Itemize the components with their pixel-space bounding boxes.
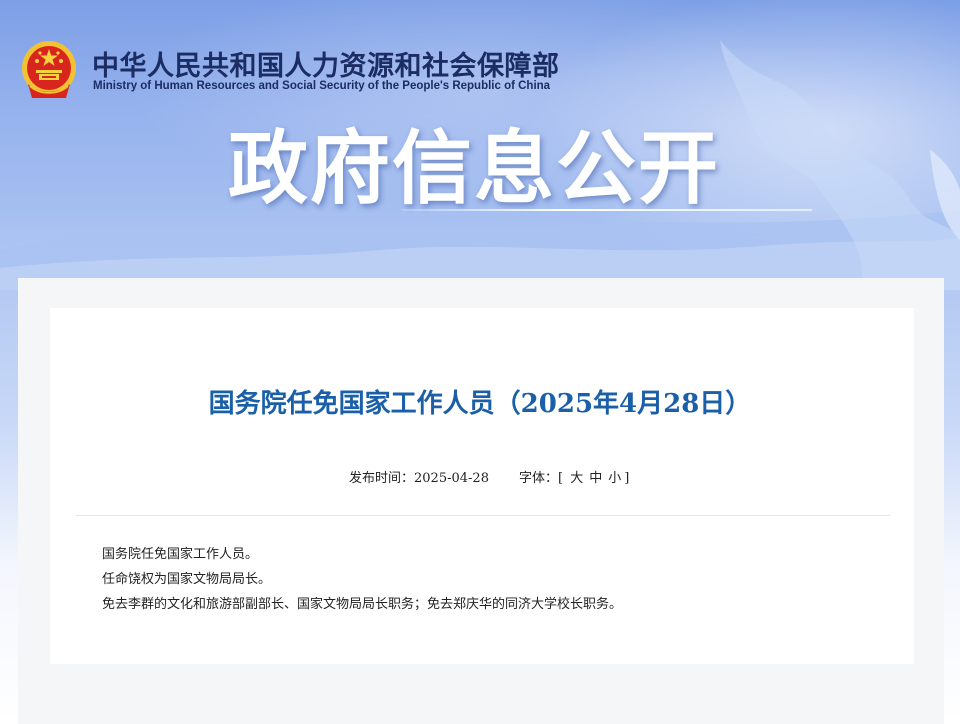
font-size-large-button[interactable]: 大 [570,467,583,486]
ministry-name-cn: 中华人民共和国人力资源和社会保障部 [92,51,560,82]
font-size-small-button[interactable]: 小 [608,467,621,486]
font-size-bracket-close: ] [624,471,630,486]
font-size-bracket-open: [ [557,471,564,486]
body-paragraph: 国务院任免国家工作人员。 [102,547,259,562]
article-divider [76,515,890,516]
publish-label: 发布时间： [349,471,415,486]
font-size-medium-button[interactable]: 中 [589,467,602,486]
publish-date: 2025-04-28 [414,471,489,486]
body-paragraph: 免去李群的文化和旅游部副部长、国家文物局局长职务；免去郑庆华的同济大学校长职务。 [102,597,623,612]
national-emblem-icon [22,41,76,98]
body-paragraph: 任命饶权为国家文物局局长。 [102,572,272,587]
article-title: 国务院任免国家工作人员（2025年4月28日） [208,389,752,419]
ministry-name-en: Ministry of Human Resources and Social S… [93,80,551,92]
banner-divider [402,209,812,211]
site-banner: 中华人民共和国人力资源和社会保障部 Ministry of Human Reso… [0,0,960,290]
article-meta: 发布时间：2025-04-28 字体：[ 大中小] [349,467,629,486]
banner-title: 政府信息公开 [228,122,720,215]
font-size-label: 字体： [518,471,558,486]
article-body: 国务院任免国家工作人员。 任命饶权为国家文物局局长。 免去李群的文化和旅游部副部… [102,542,622,617]
